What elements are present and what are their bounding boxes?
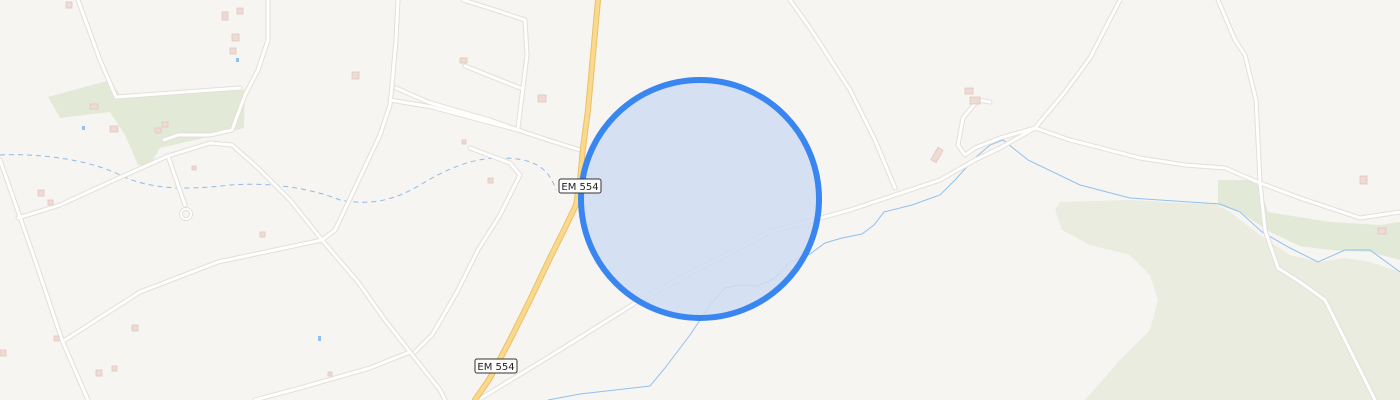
building	[221, 11, 229, 21]
pond	[82, 126, 85, 130]
building	[327, 371, 333, 377]
building	[53, 335, 60, 342]
building	[95, 369, 103, 377]
building	[259, 231, 266, 238]
building	[109, 125, 119, 133]
building	[37, 189, 45, 197]
location-accuracy-circle-icon[interactable]	[578, 77, 822, 321]
road-label-text: EM 554	[477, 362, 514, 373]
building	[969, 96, 981, 105]
building	[47, 199, 54, 206]
map-canvas[interactable]: EM 554 EM 554	[0, 0, 1400, 400]
building	[131, 324, 139, 332]
building	[191, 165, 197, 171]
building	[0, 349, 7, 357]
building	[537, 94, 547, 103]
building	[236, 7, 244, 15]
building	[229, 47, 237, 55]
location-marker[interactable]	[578, 77, 822, 321]
building	[161, 121, 169, 128]
building	[111, 365, 118, 372]
building	[487, 177, 494, 184]
road-label-text: EM 554	[561, 182, 598, 193]
building	[65, 1, 73, 9]
pond	[236, 58, 239, 62]
building	[351, 71, 360, 80]
building	[231, 33, 240, 42]
building	[964, 87, 974, 95]
road-label-em554-lower: EM 554	[474, 358, 518, 374]
building	[154, 127, 162, 134]
building	[1359, 175, 1368, 185]
pond	[318, 336, 321, 341]
building	[461, 139, 467, 145]
road-label-em554-upper: EM 554	[558, 178, 602, 194]
building	[89, 103, 99, 110]
building	[459, 57, 468, 64]
building	[1377, 227, 1387, 235]
